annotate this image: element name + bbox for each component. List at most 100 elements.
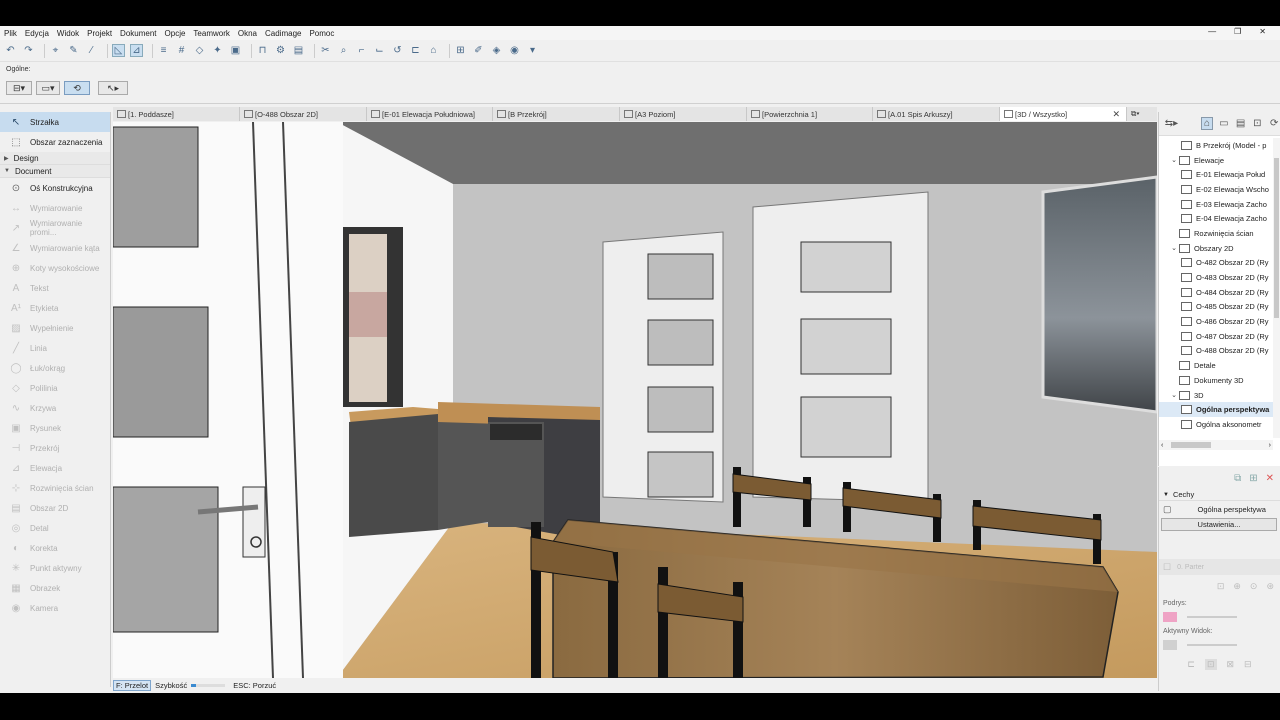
3d-view-icon[interactable]: ◈ — [490, 44, 503, 57]
tab-overflow[interactable]: ⧉▾ — [1127, 107, 1157, 121]
organizer-icon[interactable]: ⟳ — [1268, 117, 1280, 130]
speed-slider[interactable] — [191, 683, 226, 687]
navigator-item[interactable]: O-488 Obszar 2D (Ry — [1159, 344, 1273, 359]
3d-viewport[interactable] — [113, 122, 1157, 678]
tool-camera[interactable]: ◉ Kamera — [0, 598, 110, 618]
navigator-item[interactable]: E-01 Elewacja Połud — [1159, 167, 1273, 182]
expand-chevron-icon[interactable]: ⌄ — [1169, 156, 1179, 164]
navigator-item[interactable]: O-487 Obszar 2D (Ry — [1159, 329, 1273, 344]
grid-icon[interactable]: # — [175, 44, 188, 57]
explode-icon[interactable]: ⊞ — [454, 44, 467, 57]
edit-icon[interactable]: ✐ — [472, 44, 485, 57]
redo-icon[interactable]: ↷ — [22, 44, 35, 57]
tool-arc[interactable]: ◯ Łuk/okrąg — [0, 358, 110, 378]
tool-section[interactable]: ⊣ Przekrój — [0, 438, 110, 458]
undo-icon[interactable]: ↶ — [4, 44, 17, 57]
eyedropper-icon[interactable]: ⁄ — [85, 44, 98, 57]
properties-header[interactable]: ▼ Cechy — [1159, 489, 1280, 501]
new-folder-icon[interactable]: ⊞ — [1249, 473, 1257, 484]
tab-spis-arkuszy[interactable]: [A.01 Spis Arkuszy] — [873, 107, 1000, 121]
menu-opcje[interactable]: Opcje — [165, 29, 186, 38]
navigator-vertical-scrollbar[interactable] — [1273, 138, 1280, 438]
trace-icon[interactable]: ▤ — [292, 44, 305, 57]
layout-book-icon[interactable]: ▤ — [1235, 117, 1247, 130]
navigator-item[interactable]: Rozwinięcia ścian — [1159, 226, 1273, 241]
layer-tool-icon[interactable]: ⊡ — [1217, 581, 1225, 592]
snap-guides-icon[interactable]: ◺ — [112, 44, 125, 57]
roof-icon[interactable]: ⌂ — [427, 44, 440, 57]
tool-elevation[interactable]: ⊿ Elewacja — [0, 458, 110, 478]
close-icon[interactable]: ✕ — [1112, 109, 1120, 120]
menu-plik[interactable]: Plik — [4, 29, 17, 38]
group-icon[interactable]: ▣ — [229, 44, 242, 57]
tool-angle-dimension[interactable]: ∠ Wymiarowanie kąta — [0, 238, 110, 258]
tab-obszar-2d[interactable]: [O-488 Obszar 2D] — [240, 107, 367, 121]
navigator-item[interactable]: O-484 Obszar 2D (Ry — [1159, 285, 1273, 300]
tool-detail[interactable]: ◎ Detal — [0, 518, 110, 538]
selection-settings-icon[interactable]: ⚙ — [274, 44, 287, 57]
navigator-item[interactable]: O-485 Obszar 2D (Ry — [1159, 300, 1273, 315]
scrollbar-thumb[interactable] — [1171, 442, 1212, 448]
menu-cadimage[interactable]: Cadimage — [265, 29, 301, 38]
dropdown-chevron-icon[interactable]: ▾ — [526, 44, 539, 57]
project-map-icon[interactable]: ⌂ — [1201, 117, 1213, 130]
scissors-icon[interactable]: ✂ — [319, 44, 332, 57]
close-button[interactable]: ✕ — [1259, 27, 1266, 36]
menu-pomoc[interactable]: Pomoc — [309, 29, 334, 38]
tool-change[interactable]: ◐ Korekta — [0, 538, 110, 558]
toolbox-group-document[interactable]: ▼ Document — [0, 165, 110, 178]
magic-wand-icon[interactable]: ✦ — [211, 44, 224, 57]
layer-tool-icon[interactable]: ⊛ — [1266, 581, 1274, 592]
menu-okna[interactable]: Okna — [238, 29, 257, 38]
pick-up-icon[interactable]: ⌖ — [49, 44, 62, 57]
tab-3d-wszystko[interactable]: [3D / Wszystko] ✕ — [1000, 107, 1127, 121]
tool-fill[interactable]: ▨ Wypełnienie — [0, 318, 110, 338]
tool-level-dimension[interactable]: ⊕ Koty wysokościowe — [0, 258, 110, 278]
tool-hotspot[interactable]: ✳ Punkt aktywny — [0, 558, 110, 578]
tool-arrow[interactable]: ↖ Strzałka — [0, 112, 110, 132]
lock-icon[interactable]: ⊓ — [256, 44, 269, 57]
settings-button[interactable]: Ustawienia... — [1161, 518, 1277, 531]
split-icon[interactable]: ⌙ — [373, 44, 386, 57]
navigator-item[interactable]: O-486 Obszar 2D (Ry — [1159, 314, 1273, 329]
layer-tool-icon[interactable]: ⊙ — [1250, 581, 1258, 592]
selection-method-button[interactable]: ⊟▾ — [6, 81, 32, 95]
scrollbar-thumb[interactable] — [1274, 158, 1279, 318]
guide-lines-icon[interactable]: ⊿ — [130, 44, 143, 57]
inject-icon[interactable]: ✎ — [67, 44, 80, 57]
tool-spline[interactable]: ∿ Krzywa — [0, 398, 110, 418]
underlay-color-swatch[interactable] — [1163, 612, 1177, 622]
maximize-button[interactable]: ❐ — [1234, 27, 1241, 36]
menu-teamwork[interactable]: Teamwork — [193, 29, 229, 38]
tab-a3-poziom[interactable]: [A3 Poziom] — [620, 107, 747, 121]
tool-label[interactable]: A¹ Etykieta — [0, 298, 110, 318]
underlay-slider[interactable] — [1187, 616, 1237, 618]
navigator-item[interactable]: Detale — [1159, 358, 1273, 373]
trace-tool-icon[interactable]: ⊡ — [1204, 658, 1217, 670]
tool-worksheet[interactable]: ▤ Obszar 2D — [0, 498, 110, 518]
menu-edycja[interactable]: Edycja — [25, 29, 49, 38]
navigator-item[interactable]: ⌄ Obszary 2D — [1159, 241, 1273, 256]
delete-icon[interactable]: ✕ — [1266, 473, 1274, 484]
navigator-item[interactable]: Dokumenty 3D — [1159, 373, 1273, 388]
navigator-item[interactable]: Ogólna perspektywa — [1159, 402, 1273, 418]
geometry-method-button[interactable]: ▭▾ — [36, 81, 60, 95]
scroll-left-icon[interactable]: ‹ — [1161, 442, 1163, 449]
tab-elewacja[interactable]: [E-01 Elewacja Południowa] — [367, 107, 493, 121]
tool-line[interactable]: ╱ Linia — [0, 338, 110, 358]
find-icon[interactable]: ⌕ — [337, 44, 350, 57]
clone-view-icon[interactable]: ⧉ — [1234, 473, 1241, 484]
view-map-icon[interactable]: ▭ — [1218, 117, 1230, 130]
navigator-horizontal-scrollbar[interactable]: ‹ › — [1159, 440, 1273, 450]
navigator-item[interactable]: O-483 Obszar 2D (Ry — [1159, 270, 1273, 285]
tab-poddasze[interactable]: [1. Poddasze] — [113, 107, 240, 121]
trim-icon[interactable]: ⌐ — [355, 44, 368, 57]
expand-chevron-icon[interactable]: ⌄ — [1169, 244, 1179, 252]
tool-drawing[interactable]: ▣ Rysunek — [0, 418, 110, 438]
tool-axis[interactable]: ⊙ Oś Konstrukcyjna — [0, 178, 110, 198]
expand-chevron-icon[interactable]: ⌄ — [1169, 391, 1179, 399]
active-view-swatch[interactable] — [1163, 640, 1177, 650]
navigator-item[interactable]: ⌄ 3D — [1159, 388, 1273, 403]
minimize-button[interactable]: — — [1208, 27, 1216, 36]
tool-marquee[interactable]: ⬚ Obszar zaznaczenia — [0, 132, 110, 152]
